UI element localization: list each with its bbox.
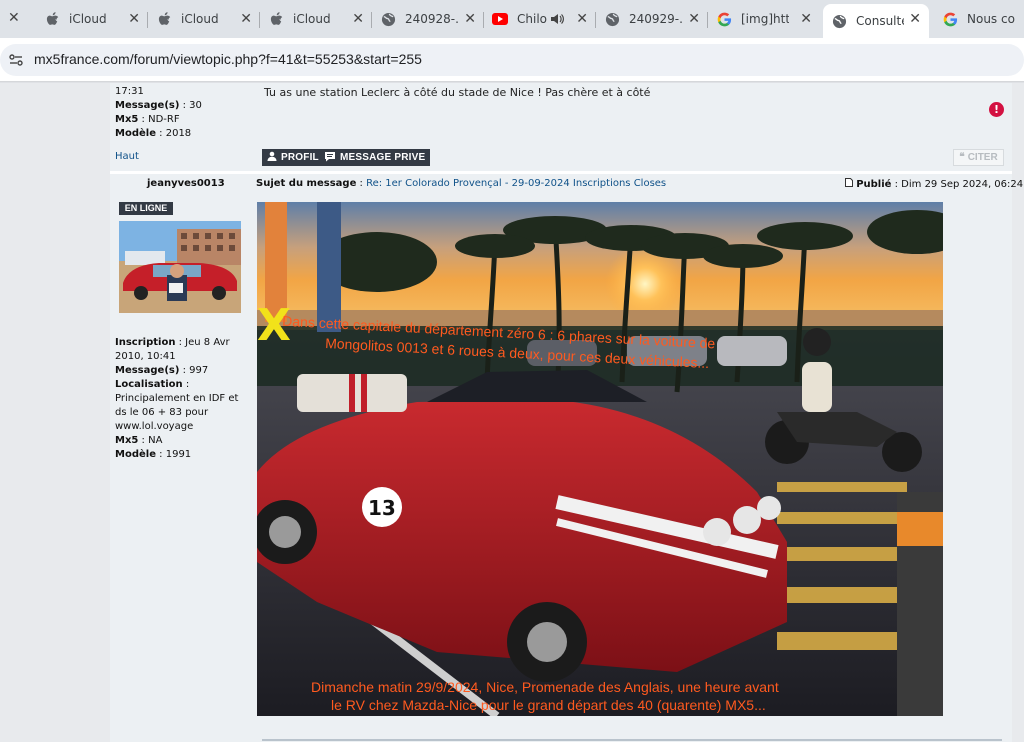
tab-7-active[interactable]: Consulte ✕ (823, 4, 929, 38)
page-content: 17:31 Message(s) : 30 Mx5 : ND-RF Modèle… (0, 83, 1024, 742)
profile-messages: Message(s) : 997 (115, 365, 209, 376)
youtube-icon (492, 11, 508, 27)
site-info-icon[interactable] (8, 52, 24, 68)
tab-4[interactable]: Chilo ✕ (484, 4, 596, 34)
post-subject-link[interactable]: Re: 1er Colorado Provençal - 29-09-2024 … (366, 178, 666, 189)
close-icon[interactable]: ✕ (576, 11, 588, 27)
tab-1[interactable]: iCloud ✕ (148, 4, 260, 34)
globe-icon (831, 13, 847, 29)
apple-icon (44, 11, 60, 27)
close-icon[interactable]: ✕ (800, 11, 812, 27)
divider (262, 739, 1002, 741)
profile-inscription: Inscription : Jeu 8 Avr 2010, 10:41 (115, 337, 230, 362)
private-message-button[interactable]: MESSAGE PRIVE (319, 149, 431, 166)
document-icon (845, 178, 853, 190)
close-icon[interactable]: ✕ (464, 11, 476, 27)
profile-button-label: PROFIL (281, 152, 319, 163)
top-link[interactable]: Haut (115, 151, 139, 162)
tab-3[interactable]: 240928-... ✕ (372, 4, 484, 34)
close-icon[interactable]: ✕ (8, 10, 20, 26)
tab-title: Chilo (517, 12, 547, 26)
quote-button-label: CITER (967, 152, 998, 163)
tab-strip: ✕ iCloud ✕ iCloud ✕ iCloud ✕ 240928-... … (0, 0, 1024, 38)
tab-title: 240929-... (629, 12, 683, 26)
url-text[interactable]: mx5france.com/forum/viewtopic.php?f=41&t… (34, 51, 422, 67)
close-icon[interactable]: ✕ (352, 11, 364, 27)
profile-location: Localisation : Principalement en IDF et d… (115, 379, 239, 432)
address-bar[interactable]: mx5france.com/forum/viewtopic.php?f=41&t… (0, 44, 1024, 76)
photo-caption-bottom-1: Dimanche matin 29/9/2024, Nice, Promenad… (311, 679, 779, 695)
chat-icon (324, 151, 336, 165)
online-badge: EN LIGNE (119, 202, 173, 215)
profile-mx5: Mx5 : NA (115, 435, 163, 446)
tab-5[interactable]: 240929-... ✕ (596, 4, 708, 34)
speaker-icon[interactable] (550, 12, 564, 29)
tab-title: [img]http... (741, 12, 789, 26)
google-icon (716, 11, 732, 27)
prev-post-mx5: Mx5 : ND-RF (115, 114, 180, 125)
profile-model: Modèle : 1991 (115, 449, 192, 460)
browser-toolbar: mx5france.com/forum/viewtopic.php?f=41&t… (0, 38, 1024, 82)
tab-6[interactable]: [img]http... ✕ (708, 4, 820, 34)
tab-0[interactable]: iCloud ✕ (36, 4, 148, 34)
tab-title: 240928-... (405, 12, 459, 26)
quote-icon: ❝ (959, 152, 965, 163)
prev-post-messages: Message(s) : 30 (115, 100, 202, 111)
car-number: 13 (368, 496, 396, 520)
user-icon (267, 151, 277, 164)
tab-8[interactable]: Nous co (934, 4, 1024, 34)
author-profile: Inscription : Jeu 8 Avr 2010, 10:41 Mess… (115, 336, 247, 462)
report-icon[interactable]: ! (989, 102, 1004, 117)
apple-icon (268, 11, 284, 27)
apple-icon (156, 11, 172, 27)
close-icon[interactable]: ✕ (240, 11, 252, 27)
tab-title: Consulte (856, 14, 904, 28)
close-icon[interactable]: ✕ (909, 11, 921, 27)
google-icon (942, 11, 958, 27)
tab-title: Nous co (967, 12, 1015, 26)
close-icon[interactable]: ✕ (128, 11, 140, 27)
globe-icon (380, 11, 396, 27)
tab-2[interactable]: iCloud ✕ (260, 4, 372, 34)
photo-caption-bottom-2: le RV chez Mazda-Nice pour le grand dépa… (331, 697, 766, 713)
globe-icon (604, 11, 620, 27)
prev-post-text: Tu as une station Leclerc à côté du stad… (264, 86, 651, 99)
avatar[interactable] (119, 221, 241, 313)
private-message-button-label: MESSAGE PRIVE (340, 152, 426, 163)
prev-post-time: 17:31 (115, 86, 144, 97)
post-subject: Sujet du message : Re: 1er Colorado Prov… (256, 178, 667, 189)
prev-post-model: Modèle : 2018 (115, 128, 192, 139)
prev-post-profile: 17:31 Message(s) : 30 Mx5 : ND-RF Modèle… (115, 85, 202, 141)
post-photo[interactable]: 13 X Dans cette capitale du département … (257, 202, 943, 716)
post-date: Publié : Dim 29 Sep 2024, 06:24 (845, 178, 1023, 190)
profile-button[interactable]: PROFIL (262, 149, 324, 166)
post-author[interactable]: jeanyves0013 (147, 178, 225, 189)
quote-button[interactable]: ❝ CITER (953, 149, 1004, 166)
close-icon[interactable]: ✕ (688, 11, 700, 27)
post-separator (110, 171, 1012, 174)
